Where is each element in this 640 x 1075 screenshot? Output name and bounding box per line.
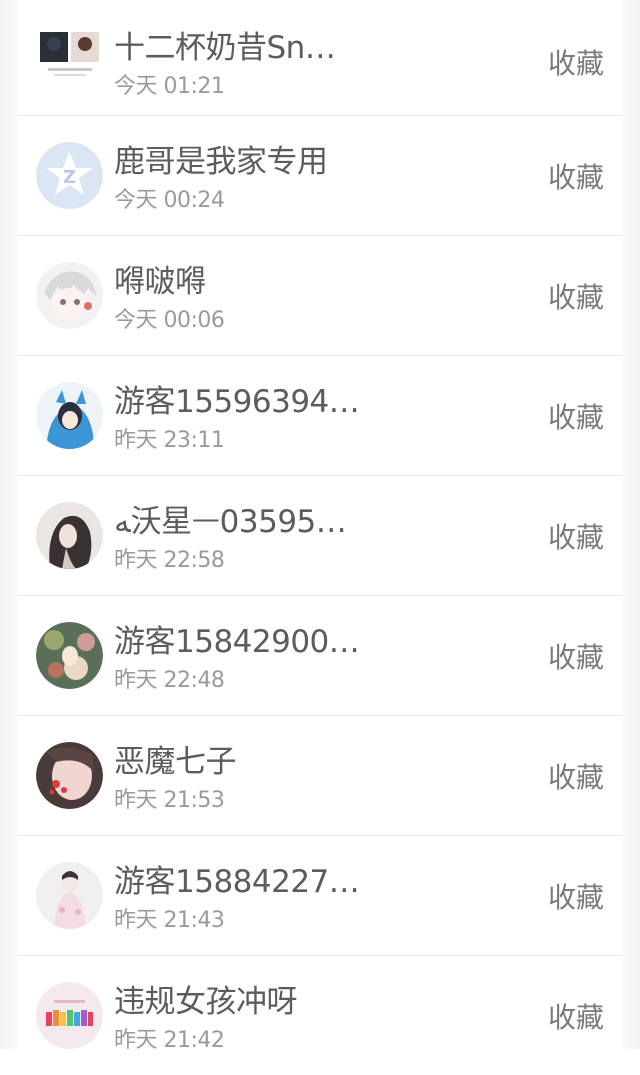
visitor-name: 违规女孩冲呀 xyxy=(114,984,298,1020)
visit-time: 昨天 22:58 xyxy=(114,548,225,573)
avatar[interactable] xyxy=(36,862,103,929)
list-item[interactable]: 恶魔七子 昨天 21:53 收藏 xyxy=(18,716,622,836)
list-item[interactable]: 嘚啵嘚 今天 00:06 收藏 xyxy=(18,236,622,356)
avatar[interactable] xyxy=(36,382,103,449)
avatar[interactable] xyxy=(36,742,103,809)
avatar[interactable]: Z xyxy=(36,142,103,209)
visit-time: 昨天 23:11 xyxy=(114,428,225,453)
visitor-name: 游客1559639439067 xyxy=(114,384,364,420)
visitor-name: 嘚啵嘚 xyxy=(114,264,206,300)
avatar[interactable] xyxy=(36,502,103,569)
list-item[interactable]: 游客1588422740801 昨天 21:43 收藏 xyxy=(18,836,622,956)
visit-time: 昨天 21:43 xyxy=(114,908,225,933)
list-item[interactable]: 违规女孩冲呀 昨天 21:42 收藏 xyxy=(18,956,622,1075)
visit-time: 今天 01:21 xyxy=(114,74,225,99)
visitor-name: 游客1584290021530 xyxy=(114,624,364,660)
favorite-button[interactable]: 收藏 xyxy=(548,516,604,556)
visitor-name: 鹿哥是我家专用 xyxy=(114,144,328,180)
list-item[interactable]: 游客1584290021530 昨天 22:48 收藏 xyxy=(18,596,622,716)
favorite-button[interactable]: 收藏 xyxy=(548,42,604,82)
avatar[interactable] xyxy=(36,262,103,329)
list-item[interactable]: 十二杯奶昔Sn… 今天 01:21 收藏 xyxy=(18,0,622,116)
visit-time: 昨天 21:53 xyxy=(114,788,225,813)
visit-time: 昨天 21:42 xyxy=(114,1028,225,1053)
avatar[interactable] xyxy=(36,22,103,89)
favorite-button[interactable]: 收藏 xyxy=(548,996,604,1036)
favorite-button[interactable]: 收藏 xyxy=(548,636,604,676)
favorite-button[interactable]: 收藏 xyxy=(548,276,604,316)
favorite-button[interactable]: 收藏 xyxy=(548,396,604,436)
list-item[interactable]: ﻪ沃星ᅳ035953660 昨天 22:58 收藏 xyxy=(18,476,622,596)
favorite-button[interactable]: 收藏 xyxy=(548,876,604,916)
visitor-list: 十二杯奶昔Sn… 今天 01:21 收藏 Z 鹿哥是我家专用 今天 00:24 … xyxy=(18,0,622,1075)
visitor-name: ﻪ沃星ᅳ035953660 xyxy=(114,504,364,540)
favorite-button[interactable]: 收藏 xyxy=(548,156,604,196)
list-item[interactable]: 游客1559639439067 昨天 23:11 收藏 xyxy=(18,356,622,476)
visitor-name: 恶魔七子 xyxy=(114,744,237,780)
visitor-name: 十二杯奶昔Sn… xyxy=(114,30,336,66)
visit-time: 昨天 22:48 xyxy=(114,668,225,693)
avatar[interactable] xyxy=(36,622,103,689)
svg-text:Z: Z xyxy=(63,167,76,188)
right-edge xyxy=(622,0,640,1049)
favorite-button[interactable]: 收藏 xyxy=(548,756,604,796)
visitor-name: 游客1588422740801 xyxy=(114,864,364,900)
visit-time: 今天 00:06 xyxy=(114,308,225,333)
list-item[interactable]: Z 鹿哥是我家专用 今天 00:24 收藏 xyxy=(18,116,622,236)
avatar[interactable] xyxy=(36,982,103,1049)
left-edge xyxy=(0,0,18,1049)
visit-time: 今天 00:24 xyxy=(114,188,225,213)
